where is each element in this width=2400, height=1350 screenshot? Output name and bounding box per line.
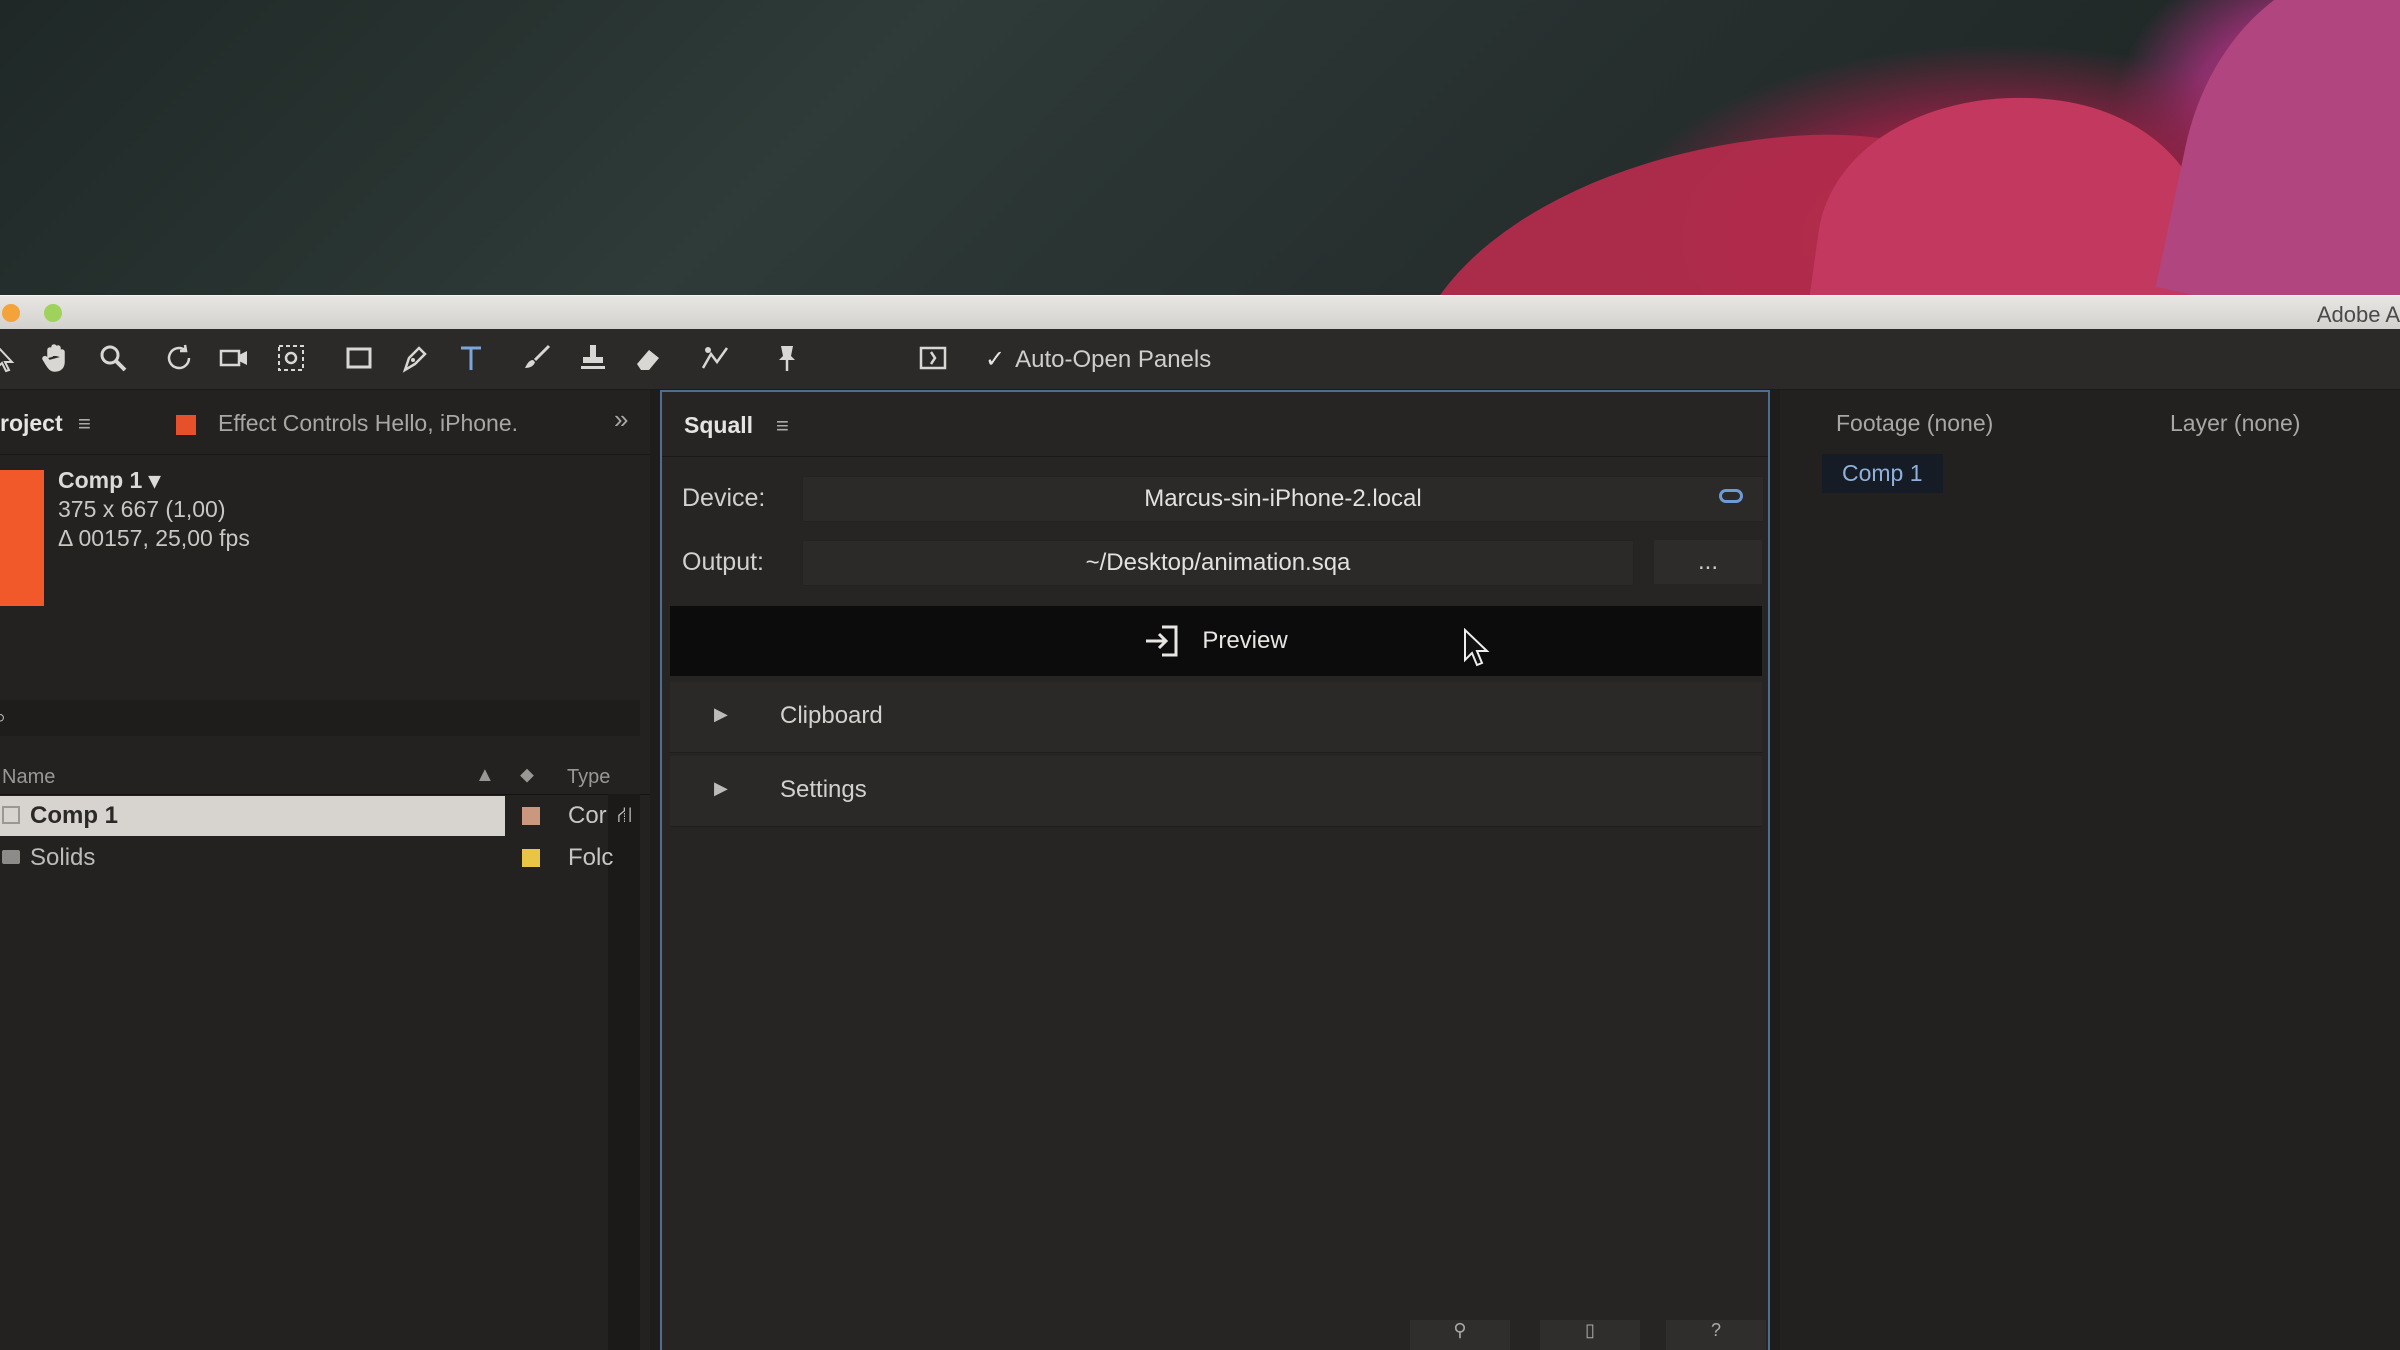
preview-button[interactable]: Preview	[670, 606, 1762, 676]
comp-size: 375 x 667 (1,00)	[58, 496, 226, 522]
eraser-tool-icon[interactable]	[630, 339, 668, 377]
output-value: ~/Desktop/animation.sqa	[1085, 549, 1351, 576]
help-icon[interactable]: ?	[1666, 1320, 1766, 1350]
flowchart-icon[interactable]: ⛙	[617, 802, 632, 831]
viewer-tabbar: Footage (none) Layer (none)	[1780, 390, 2400, 454]
project-tabbar: roject ≡ Effect Controls Hello, iPhone. …	[0, 390, 650, 455]
comp-duration: Δ 00157, 25,00 fps	[58, 525, 250, 551]
list-item-name-cell: Comp 1	[0, 796, 505, 836]
list-item-name: Comp 1	[30, 802, 119, 829]
zoom-tool-icon[interactable]	[94, 339, 132, 377]
comp-name[interactable]: Comp 1 ▾	[58, 466, 250, 495]
output-label: Output:	[682, 548, 764, 576]
expand-triangle-icon[interactable]: ▶	[714, 704, 728, 725]
sort-ascending-icon[interactable]: ▲	[475, 764, 495, 787]
panel-menu-icon[interactable]: ≡	[776, 412, 789, 439]
project-search-input[interactable]: ⌕	[0, 700, 640, 736]
squall-panel: Squall ≡ Device: Marcus-sin-iPhone-2.loc…	[660, 390, 1770, 1350]
project-panel: roject ≡ Effect Controls Hello, iPhone. …	[0, 390, 650, 1350]
checkmark-icon: ✓	[985, 346, 1006, 373]
roto-brush-tool-icon[interactable]	[696, 339, 734, 377]
tab-comp[interactable]: Comp 1	[1822, 454, 1943, 493]
minimize-button[interactable]	[2, 304, 20, 322]
brush-tool-icon[interactable]	[518, 339, 556, 377]
tab-project[interactable]: roject	[0, 410, 63, 437]
desktop-wallpaper	[0, 0, 2400, 295]
label-color-chip[interactable]	[522, 849, 540, 867]
pen-tool-icon[interactable]	[396, 339, 434, 377]
clipboard-label: Clipboard	[780, 702, 883, 729]
comp-thumbnail	[0, 470, 44, 606]
settings-section[interactable]: ▶ Settings	[670, 756, 1762, 827]
zoom-button[interactable]	[44, 304, 62, 322]
puppet-pin-tool-icon[interactable]	[768, 339, 806, 377]
preview-icon	[1146, 625, 1178, 657]
list-item-type: Cor	[568, 802, 607, 829]
panel-overflow-icon[interactable]: »	[614, 404, 628, 435]
list-item[interactable]: Comp 1 Cor ⛙	[0, 796, 650, 836]
clone-stamp-tool-icon[interactable]	[574, 339, 612, 377]
mouse-cursor-icon	[1464, 628, 1490, 667]
link-tool-icon[interactable]: ⚲	[1410, 1320, 1510, 1350]
browse-button[interactable]: ...	[1654, 540, 1762, 584]
list-item-name: Solids	[30, 844, 96, 871]
window-titlebar: Adobe A	[0, 295, 2400, 330]
squall-tabbar: Squall ≡	[662, 392, 1768, 457]
layer-color-chip	[176, 414, 196, 435]
list-item-type: Folc	[568, 844, 614, 871]
column-type-header[interactable]: Type	[567, 766, 610, 789]
search-icon: ⌕	[0, 704, 7, 729]
tab-layer[interactable]: Layer (none)	[2170, 410, 2300, 437]
label-color-chip[interactable]	[522, 807, 540, 825]
device-label: Device:	[682, 484, 766, 512]
docs-icon[interactable]: ▯	[1540, 1320, 1640, 1350]
workspace-toggle-icon[interactable]	[914, 339, 952, 377]
folder-icon	[2, 850, 20, 864]
list-item[interactable]: Solids Folc	[0, 838, 650, 878]
composition-icon	[2, 806, 20, 824]
flower-petal	[2155, 0, 2400, 295]
auto-open-panels-checkbox[interactable]: ✓ Auto-Open Panels	[985, 345, 1211, 374]
device-value: Marcus-sin-iPhone-2.local	[1144, 485, 1422, 512]
device-field[interactable]: Marcus-sin-iPhone-2.local	[802, 476, 1764, 522]
tools-toolbar: ✓ Auto-Open Panels	[0, 329, 2400, 390]
rectangle-tool-icon[interactable]	[340, 339, 378, 377]
viewer-panel: Footage (none) Layer (none) Comp 1	[1780, 390, 2400, 1350]
panel-menu-icon[interactable]: ≡	[78, 410, 91, 437]
comp-info: Comp 1 ▾ 375 x 667 (1,00) Δ 00157, 25,00…	[58, 466, 250, 553]
rotate-tool-icon[interactable]	[160, 339, 198, 377]
tab-effect-controls[interactable]: Effect Controls Hello, iPhone.	[176, 410, 518, 437]
selection-tool-icon[interactable]	[0, 339, 24, 377]
label-column-icon[interactable]: ⬥	[520, 764, 534, 787]
squall-bottom-toolbar: ⚲ ▯ ?	[662, 1316, 1768, 1350]
effect-controls-label: Effect Controls Hello, iPhone.	[218, 410, 519, 436]
hand-tool-icon[interactable]	[36, 339, 74, 377]
pan-behind-tool-icon[interactable]	[272, 339, 310, 377]
tab-footage[interactable]: Footage (none)	[1836, 410, 1993, 437]
column-name-header[interactable]: Name	[2, 766, 55, 789]
preview-label: Preview	[1202, 627, 1288, 654]
type-tool-icon[interactable]	[452, 339, 490, 377]
camera-tool-icon[interactable]	[215, 339, 253, 377]
output-path-field[interactable]: ~/Desktop/animation.sqa	[802, 540, 1634, 586]
project-list-header: Name ▲ ⬥ Type	[0, 760, 650, 795]
clipboard-section[interactable]: ▶ Clipboard	[670, 682, 1762, 753]
window-title: Adobe A	[2316, 302, 2400, 327]
link-icon[interactable]	[1719, 489, 1743, 503]
list-item-name-cell: Solids	[0, 838, 505, 878]
settings-label: Settings	[780, 776, 867, 803]
flower-petal	[1802, 69, 2218, 295]
expand-triangle-icon[interactable]: ▶	[714, 778, 728, 799]
auto-open-panels-label: Auto-Open Panels	[1015, 345, 1212, 373]
tab-squall[interactable]: Squall	[684, 412, 753, 439]
